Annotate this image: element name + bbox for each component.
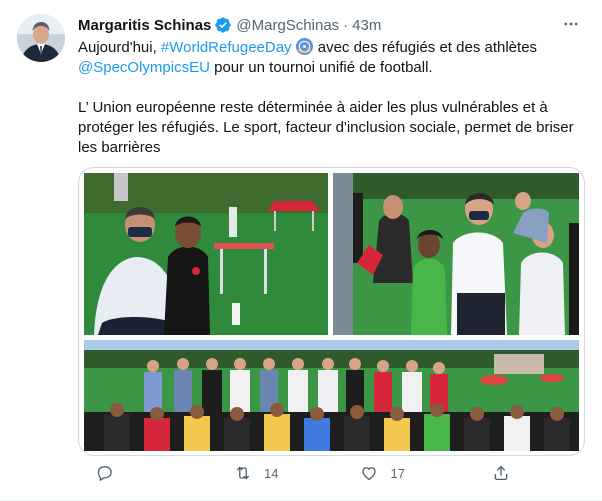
retweet-count: 14 [264, 465, 279, 481]
tweet-paragraph-1: Aujourd'hui, #WorldRefugeeDay avec des r… [78, 37, 538, 76]
media-grid[interactable] [78, 167, 585, 456]
timestamp[interactable]: 43m [352, 17, 381, 34]
author-handle[interactable]: @MargSchinas [236, 17, 339, 34]
photo-3-image [84, 340, 579, 451]
tweet-header: Margaritis Schinas @MargSchinas · 43m [78, 15, 582, 35]
photo-2-image [333, 173, 579, 335]
avatar-image [17, 14, 65, 62]
reply-button[interactable] [95, 461, 125, 485]
like-count: 17 [390, 465, 405, 481]
hashtag-link[interactable]: #WorldRefugeeDay [161, 39, 292, 56]
tweet-text: Aujourd'hui, #WorldRefugeeDay avec des r… [78, 37, 583, 158]
mention-link[interactable]: @SpecOlympicsEU [78, 59, 210, 76]
share-icon [494, 465, 508, 481]
more-icon[interactable] [562, 15, 580, 33]
like-button[interactable]: 17 [360, 461, 405, 485]
photo-1-image [84, 173, 328, 335]
separator: · [343, 16, 349, 34]
un-emblem-emoji [295, 37, 313, 56]
action-bar: 14 17 [78, 461, 583, 485]
share-button[interactable] [492, 461, 510, 485]
tweet[interactable]: Margaritis Schinas @MargSchinas · 43m Au… [0, 0, 602, 501]
photo-1[interactable] [84, 173, 328, 335]
avatar[interactable] [17, 14, 65, 62]
tweet-paragraph-2: L’ Union européenne reste déterminée à a… [78, 99, 574, 156]
verified-badge-icon [215, 17, 232, 33]
photo-2[interactable] [333, 173, 579, 335]
reply-icon [97, 466, 112, 481]
retweet-icon [237, 466, 249, 480]
photo-3[interactable] [84, 340, 579, 451]
author-name[interactable]: Margaritis Schinas [78, 17, 211, 34]
retweet-button[interactable]: 14 [234, 461, 278, 485]
heart-icon [362, 467, 377, 481]
